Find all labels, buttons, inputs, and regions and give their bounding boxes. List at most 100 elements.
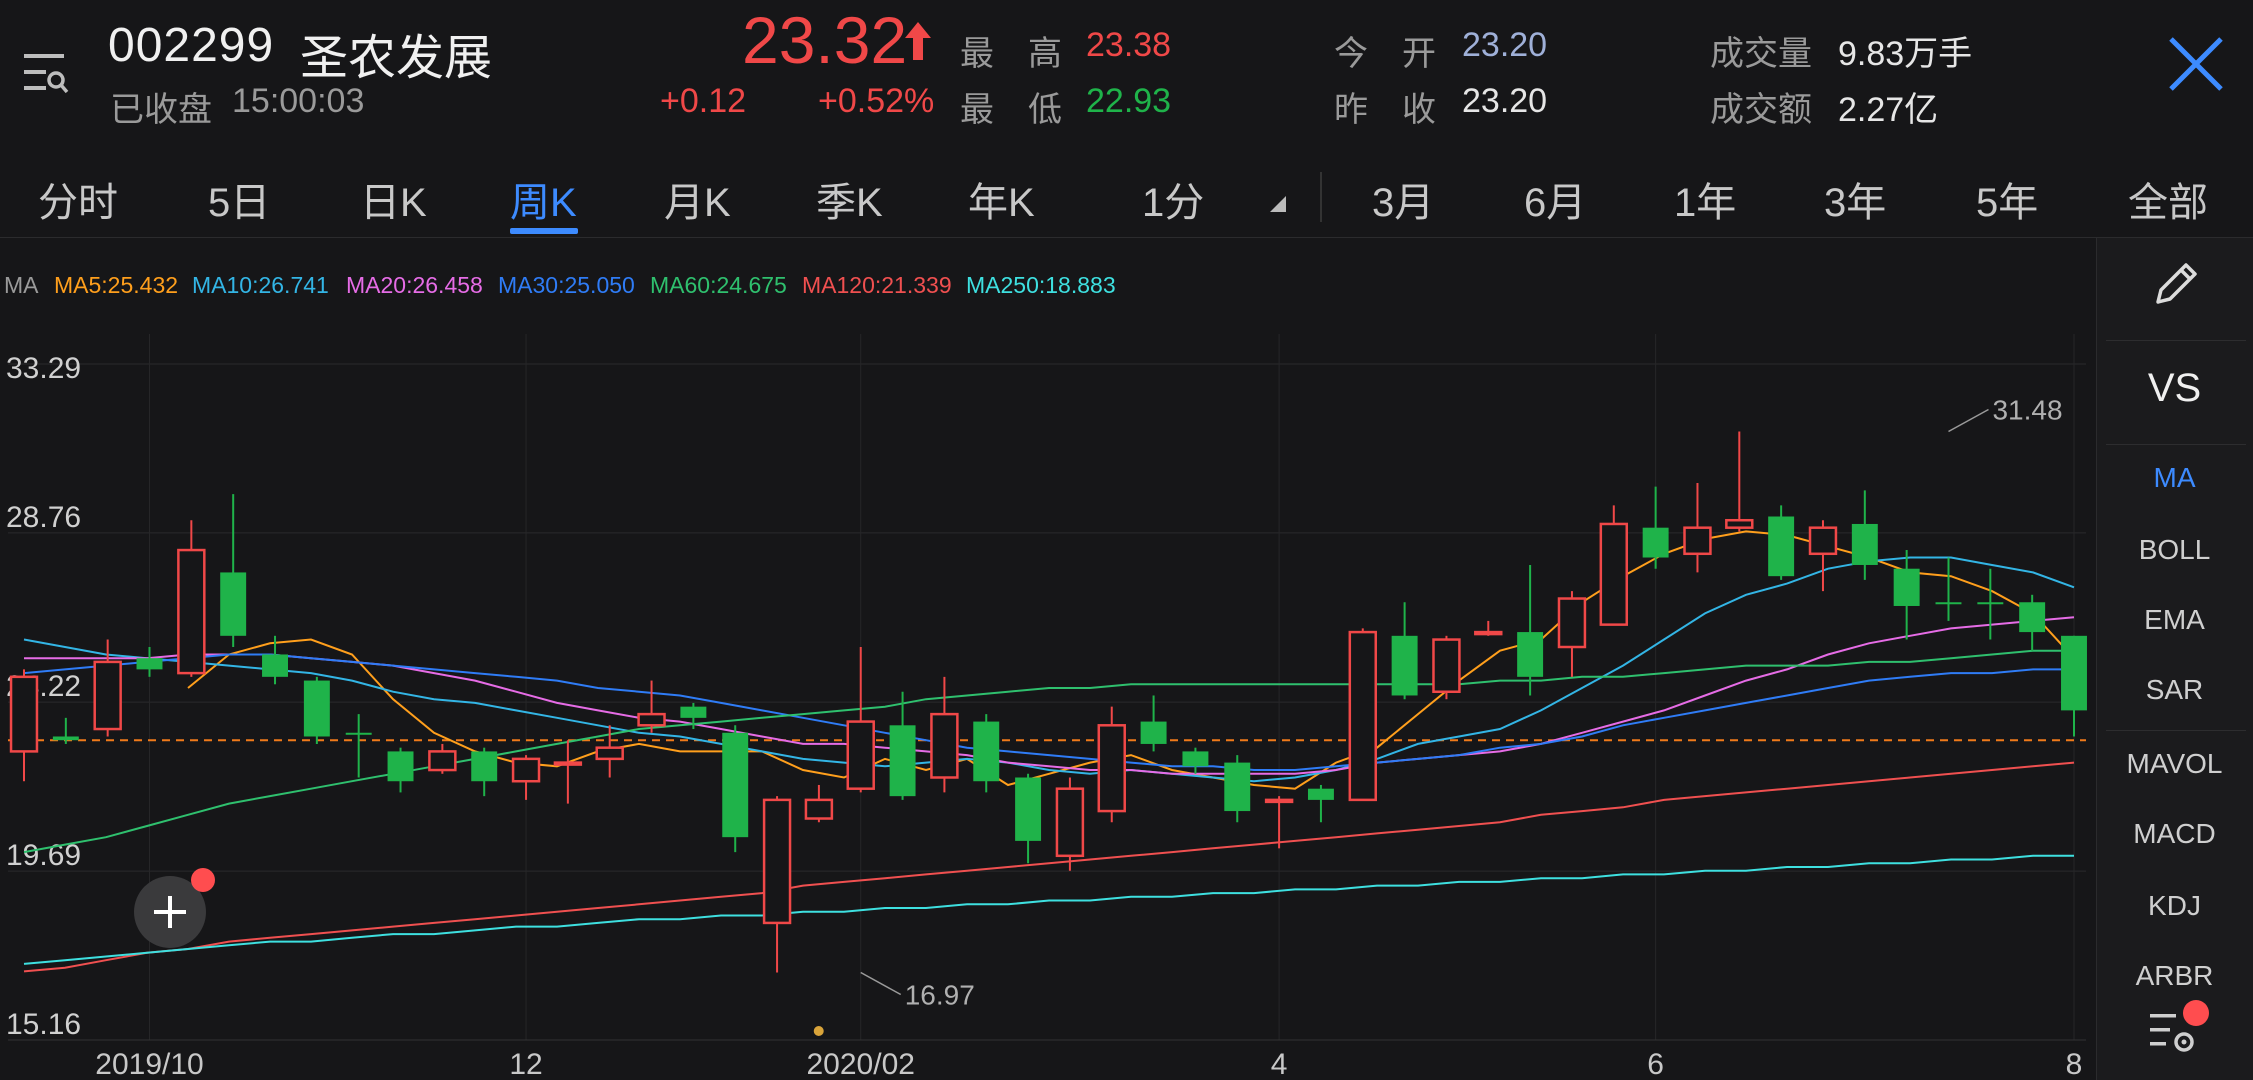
tab-1min[interactable]: 1分	[1142, 170, 1204, 228]
tab-weekly-k[interactable]: 周K	[510, 170, 577, 228]
candle-body	[973, 721, 1000, 782]
ma-line-ma20	[24, 616, 2075, 775]
candle-body	[428, 750, 457, 772]
candle-body	[1935, 602, 1962, 605]
market-status: 已收盘	[110, 91, 212, 129]
indicator-ma[interactable]: MA	[2096, 462, 2253, 494]
close-icon[interactable]	[2166, 34, 2226, 94]
candle-body	[1432, 638, 1461, 693]
x-tick-label: 6	[1647, 1048, 1664, 1080]
ma-line-ma60	[23, 649, 2074, 854]
indicator-sar[interactable]: SAR	[2096, 674, 2253, 706]
ma-line-ma30	[23, 653, 2074, 771]
prev-close-label: 昨 收	[1334, 91, 1436, 129]
candle-body	[1140, 721, 1167, 744]
amount-label: 成交额	[1710, 91, 1812, 129]
candle-body	[1599, 522, 1629, 626]
active-tab-indicator	[510, 228, 578, 234]
candle-body	[1642, 527, 1669, 558]
tab-yearly-k[interactable]: 年K	[968, 170, 1035, 228]
candle-body	[1851, 523, 1878, 565]
range-3y[interactable]: 3年	[1824, 170, 1886, 228]
indicator-macd[interactable]: MACD	[2096, 818, 2253, 850]
notification-dot	[191, 868, 215, 892]
annotation-leader	[860, 971, 902, 996]
pencil-icon[interactable]	[2150, 258, 2202, 310]
candle-body	[471, 751, 498, 782]
tab-daily-k[interactable]: 日K	[360, 170, 427, 228]
annotation-leader	[1948, 408, 1989, 433]
settings-notification-dot	[2183, 1000, 2209, 1026]
candle-body	[680, 706, 707, 718]
candle-body	[2019, 602, 2046, 633]
price-change-percent: +0.52%	[818, 82, 935, 120]
event-marker-dot	[813, 1026, 824, 1036]
annotation-label: 31.48	[1992, 394, 2062, 425]
candle-body	[1224, 762, 1251, 812]
x-tick-label: 4	[1271, 1048, 1288, 1080]
price-change: +0.12	[660, 82, 747, 120]
candle-body	[1348, 630, 1377, 802]
candle-body	[1808, 526, 1838, 556]
low-label: 最 低	[960, 91, 1062, 129]
side-divider	[2106, 730, 2246, 731]
candle-body	[387, 751, 414, 782]
vs-button[interactable]: VS	[2096, 366, 2253, 411]
prev-close-value: 23.20	[1462, 82, 1548, 120]
candle-body	[1391, 635, 1418, 696]
candle-body	[2061, 635, 2087, 711]
candle-body	[1264, 798, 1294, 804]
tab-intraday[interactable]: 分时	[38, 170, 118, 228]
candle-body	[889, 725, 916, 797]
tab-monthly-k[interactable]: 月K	[664, 170, 731, 228]
range-all[interactable]: 全部	[2128, 170, 2208, 228]
tab-quarterly-k[interactable]: 季K	[816, 170, 883, 228]
x-tick-label: 12	[509, 1048, 542, 1080]
candle-body	[1307, 788, 1334, 800]
candlestick-chart[interactable]: 33.2928.7624.2219.6915.162019/10 12 2020/0…	[0, 238, 2096, 1080]
y-tick-label: 28.76	[6, 501, 81, 534]
ma-line-ma10	[23, 556, 2075, 783]
candle-body	[511, 757, 541, 783]
candle-body	[762, 798, 792, 925]
candle-body	[1097, 724, 1126, 813]
annotation-label: 16.97	[905, 980, 975, 1011]
candle-body	[1015, 777, 1042, 841]
candle-body	[804, 798, 834, 820]
volume-value: 9.83万手	[1838, 35, 1973, 73]
candle-body	[177, 548, 206, 675]
tab-divider	[1320, 172, 1322, 222]
open-label: 今 开	[1334, 35, 1436, 73]
range-5y[interactable]: 5年	[1976, 170, 2038, 228]
candle-body	[1977, 602, 2004, 605]
market-time: 15:00:03	[232, 82, 365, 120]
candle-body	[930, 712, 959, 779]
stock-name: 圣农发展	[300, 32, 493, 85]
high-value: 23.38	[1086, 26, 1172, 64]
indicator-arbr[interactable]: ARBR	[2096, 960, 2253, 992]
candle-body	[303, 680, 330, 737]
indicator-ema[interactable]: EMA	[2096, 604, 2253, 636]
side-divider	[2106, 444, 2246, 445]
candle-body	[846, 720, 875, 790]
indicator-kdj[interactable]: KDJ	[2096, 890, 2253, 922]
candle-body	[136, 658, 163, 670]
indicator-mavol[interactable]: MAVOL	[2096, 748, 2253, 780]
range-1y[interactable]: 1年	[1674, 170, 1736, 228]
x-tick-label: 2019/10	[95, 1048, 203, 1080]
candle-body	[1725, 518, 1754, 529]
open-value: 23.20	[1462, 26, 1548, 64]
tab-5day[interactable]: 5日	[208, 170, 270, 228]
volume-label: 成交量	[1710, 35, 1812, 73]
dropdown-triangle-icon[interactable]	[1270, 196, 1286, 212]
side-divider	[2106, 340, 2246, 341]
range-3m[interactable]: 3月	[1372, 170, 1434, 228]
candle-body	[553, 761, 583, 766]
candle-body	[262, 654, 288, 677]
range-6m[interactable]: 6月	[1524, 170, 1586, 228]
indicator-boll[interactable]: BOLL	[2096, 534, 2253, 566]
arrow-up-icon	[905, 22, 931, 60]
menu-search-icon[interactable]	[22, 52, 70, 96]
indicator-panel	[2096, 238, 2253, 1080]
y-tick-label: 15.16	[6, 1008, 81, 1041]
